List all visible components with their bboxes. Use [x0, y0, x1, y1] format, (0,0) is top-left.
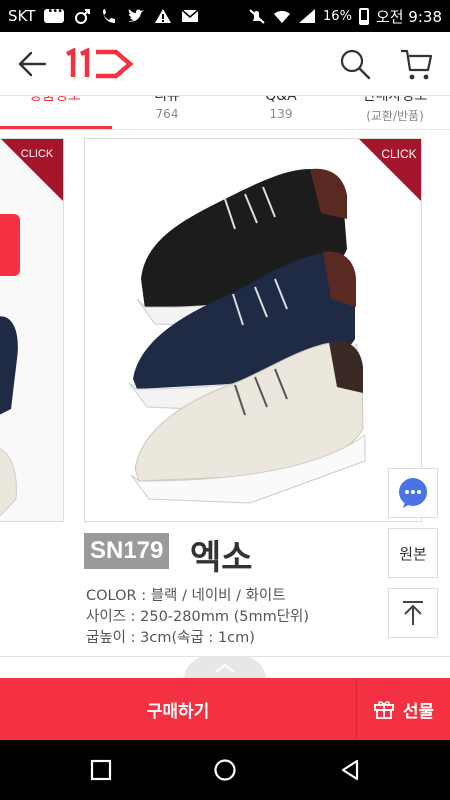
warning-icon	[155, 9, 172, 23]
previous-product-image[interactable]: CLICK	[0, 138, 64, 522]
twitter-icon	[128, 9, 145, 22]
product-image[interactable]: CLICK	[84, 138, 422, 522]
tab-reviews[interactable]: 리뷰 764	[112, 96, 222, 121]
app-header: 11	[0, 32, 450, 96]
svg-text:CLICK: CLICK	[21, 148, 54, 160]
spec-color: COLOR : 블랙 / 네이비 / 화이트	[86, 588, 286, 604]
recent-apps-icon[interactable]	[89, 758, 113, 782]
spec-heel-height: 굽높이 : 3cm(속굽 : 1cm)	[86, 630, 255, 646]
product-name: 엑소	[190, 538, 253, 578]
clock: 오전 9:38	[375, 7, 442, 26]
chat-button[interactable]	[388, 468, 438, 518]
wifi-icon	[274, 11, 291, 23]
status-bar: SKT 16% 오전 9:38	[0, 0, 450, 32]
gender-icon	[75, 9, 91, 24]
tab-product-info[interactable]: 상품정보	[0, 96, 110, 107]
gift-icon	[373, 701, 394, 719]
side-tab-marker[interactable]	[0, 214, 20, 276]
buy-button[interactable]: 구매하기	[0, 678, 356, 740]
chat-bubble-icon	[399, 478, 427, 508]
home-icon[interactable]	[213, 758, 237, 782]
message-icon	[44, 6, 65, 23]
carrier-label: SKT	[8, 7, 36, 25]
tab-qna[interactable]: Q&A 139	[226, 96, 336, 121]
purchase-bar: 구매하기 선물	[0, 678, 450, 740]
gift-button[interactable]: 선물	[357, 678, 450, 740]
mute-icon	[249, 9, 265, 24]
search-icon[interactable]	[338, 47, 372, 81]
back-arrow-icon[interactable]	[16, 48, 48, 80]
battery-icon	[358, 7, 369, 25]
original-image-button[interactable]: 원본	[388, 528, 438, 578]
product-tabs: 상품정보 리뷰 764 Q&A 139 판매자정보 (교환/반품)	[0, 96, 450, 130]
missed-call-icon	[103, 9, 116, 23]
chevron-up-icon	[215, 663, 235, 673]
system-nav-bar	[0, 740, 450, 800]
battery-percent: 16%	[323, 8, 352, 24]
tab-seller-info[interactable]: 판매자정보 (교환/반품)	[340, 96, 450, 124]
shopping-cart-icon[interactable]	[398, 46, 434, 82]
back-icon[interactable]	[338, 758, 362, 782]
click-ribbon: CLICK	[1, 139, 63, 201]
click-ribbon: CLICK	[359, 139, 421, 201]
scroll-top-button[interactable]	[388, 588, 438, 638]
svg-text:CLICK: CLICK	[381, 147, 416, 161]
partial-shoe-image	[0, 316, 18, 516]
brand-logo[interactable]: 11	[64, 47, 136, 80]
mail-icon	[181, 9, 199, 22]
active-tab-indicator	[0, 126, 112, 129]
arrow-up-icon	[403, 601, 423, 625]
expand-handle[interactable]	[184, 656, 266, 678]
signal-icon	[299, 9, 316, 23]
product-code: SN179	[84, 533, 170, 569]
spec-size: 사이즈 : 250-280mm (5mm단위)	[86, 609, 310, 625]
product-detail-content: CLICK CLICK SN179 엑소 COLOR: 블랙 / 네이비 / …	[0, 130, 450, 678]
